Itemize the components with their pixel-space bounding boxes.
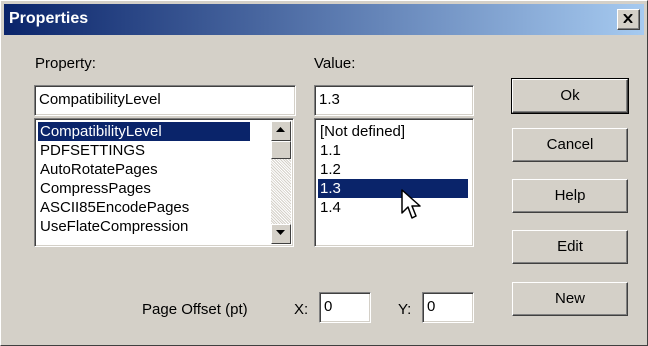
arrow-up-icon: [276, 127, 285, 132]
mouse-pointer-icon: [401, 189, 421, 219]
close-button[interactable]: [617, 9, 640, 30]
value-input[interactable]: 1.3: [314, 85, 474, 116]
list-item[interactable]: 1.2: [318, 160, 341, 179]
property-input-text: CompatibilityLevel: [39, 91, 161, 108]
properties-dialog: Properties Property: Value: Compatibilit…: [0, 0, 648, 346]
scroll-down-button[interactable]: [271, 224, 291, 244]
value-label: Value:: [314, 55, 356, 72]
offset-y-input[interactable]: 0: [422, 292, 474, 323]
new-button[interactable]: New: [512, 282, 628, 316]
list-item[interactable]: UseFlateCompression: [38, 217, 188, 236]
list-item[interactable]: PDFSETTINGS: [38, 141, 145, 160]
value-input-text: 1.3: [319, 91, 340, 108]
list-item[interactable]: CompatibilityLevel: [38, 122, 250, 141]
offset-y-value: 0: [427, 298, 436, 315]
scroll-thumb[interactable]: [271, 141, 291, 159]
close-icon: [623, 14, 633, 23]
offset-x-label: X:: [294, 301, 309, 318]
list-item[interactable]: 1.4: [318, 198, 341, 217]
help-button[interactable]: Help: [512, 179, 628, 213]
list-item[interactable]: [Not defined]: [318, 122, 405, 141]
list-item[interactable]: 1.1: [318, 141, 341, 160]
list-item[interactable]: ASCII85EncodePages: [38, 198, 189, 217]
offset-y-label: Y:: [398, 301, 412, 318]
property-label: Property:: [35, 55, 96, 72]
scroll-up-button[interactable]: [271, 121, 291, 141]
list-item[interactable]: CompressPages: [38, 179, 151, 198]
value-list[interactable]: [Not defined] 1.1 1.2 1.3 1.4: [314, 118, 474, 247]
edit-button[interactable]: Edit: [512, 230, 628, 264]
ok-button[interactable]: Ok: [511, 78, 629, 114]
window-title: Properties: [9, 10, 89, 27]
property-list-scrollbar[interactable]: [271, 121, 291, 244]
page-offset-label: Page Offset (pt): [142, 301, 248, 318]
cancel-button[interactable]: Cancel: [512, 128, 628, 162]
offset-x-input[interactable]: 0: [319, 292, 371, 323]
arrow-down-icon: [276, 230, 285, 235]
property-list[interactable]: CompatibilityLevel PDFSETTINGS AutoRotat…: [34, 118, 294, 247]
list-item[interactable]: 1.3: [318, 179, 468, 198]
title-bar[interactable]: Properties: [4, 4, 644, 35]
offset-x-value: 0: [324, 298, 333, 315]
list-item[interactable]: AutoRotatePages: [38, 160, 158, 179]
property-input[interactable]: CompatibilityLevel: [34, 85, 296, 116]
